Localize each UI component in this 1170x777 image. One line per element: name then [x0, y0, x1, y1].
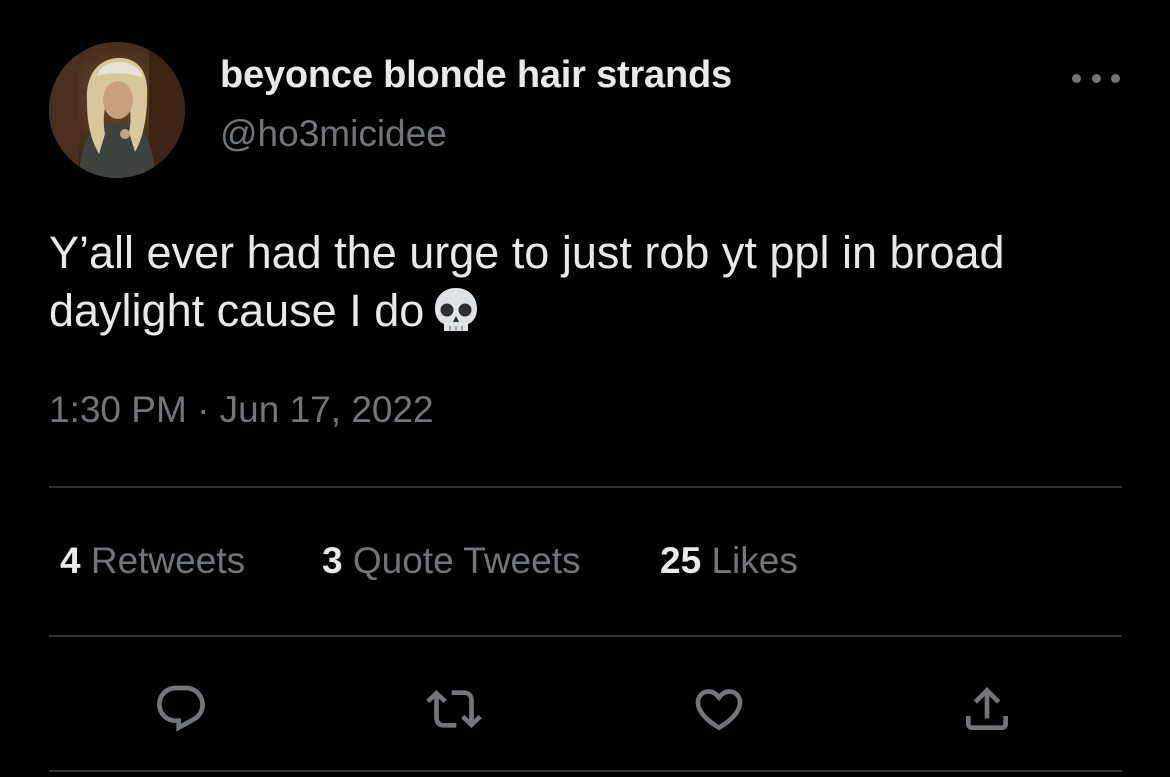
tweet-timestamp[interactable]: 1:30 PM · Jun 17, 2022 — [49, 389, 434, 431]
skull-icon — [430, 284, 482, 350]
divider — [49, 770, 1122, 772]
like-icon — [695, 689, 743, 731]
display-name[interactable]: beyonce blonde hair strands — [220, 54, 732, 97]
more-dot-icon — [1111, 73, 1120, 83]
profile-photo — [49, 42, 185, 178]
quote-tweets-label: Quote Tweets — [352, 540, 581, 581]
reply-icon — [157, 685, 205, 732]
retweet-button[interactable] — [426, 681, 482, 737]
likes-count: 25 — [660, 540, 702, 581]
share-button[interactable] — [959, 681, 1015, 737]
avatar[interactable] — [49, 42, 185, 178]
quote-tweets-count: 3 — [322, 540, 343, 581]
more-dot-icon — [1091, 73, 1101, 83]
like-button[interactable] — [691, 681, 747, 737]
retweets-label: Retweets — [90, 540, 246, 581]
share-icon — [966, 687, 1008, 730]
username-handle[interactable]: @ho3micidee — [220, 113, 447, 155]
retweets-stat[interactable]: 4 Retweets — [60, 540, 245, 582]
likes-label: Likes — [711, 540, 798, 581]
tweet-text: Y’all ever had the urge to just rob yt p… — [49, 224, 1129, 350]
divider — [49, 486, 1122, 488]
tweet-text-segment: daylight cause I do — [49, 285, 425, 336]
more-options-button[interactable] — [1072, 62, 1120, 94]
retweet-icon — [426, 690, 482, 728]
likes-stat[interactable]: 25 Likes — [660, 540, 798, 582]
reply-button[interactable] — [153, 681, 209, 737]
tweet-text-line: Y’all ever had the urge to just rob yt p… — [49, 227, 1005, 278]
tweet-text-line: daylight cause I do — [49, 282, 1129, 350]
retweets-count: 4 — [60, 540, 81, 581]
quote-tweets-stat[interactable]: 3 Quote Tweets — [322, 540, 580, 582]
more-dot-icon — [1072, 73, 1081, 83]
divider — [49, 635, 1122, 637]
